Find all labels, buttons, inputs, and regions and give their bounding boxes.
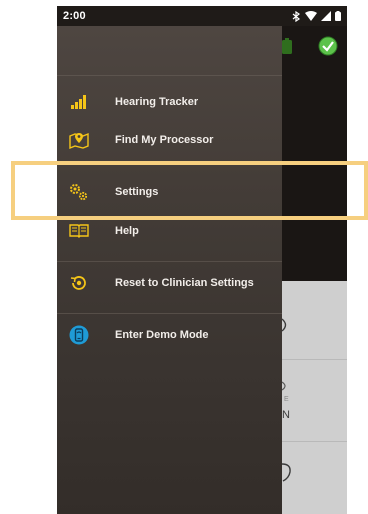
signal-bars-icon [69,92,89,112]
phone-screen: 2:00 E N Hearing Tracker Find My Process… [57,6,347,514]
navigation-drawer: Hearing Tracker Find My Processor Settin… [57,26,282,514]
menu-item-find-my-processor[interactable]: Find My Processor [57,121,282,159]
connected-check-icon [318,36,338,61]
bluetooth-icon [292,10,301,22]
signal-icon [321,11,331,21]
menu-divider [57,313,282,314]
background-content: E N [281,281,347,514]
menu-item-label: Hearing Tracker [115,96,199,108]
menu-item-hearing-tracker[interactable]: Hearing Tracker [57,83,282,121]
menu-item-label: Reset to Clinician Settings [115,277,254,289]
demo-icon [69,325,89,345]
menu-divider [57,261,282,262]
processor-battery-icon [282,38,292,59]
menu-item-label: Settings [115,186,159,198]
background-app: E N [281,26,347,514]
battery-icon [335,11,341,21]
background-partial-icon [281,461,292,486]
reset-icon [69,273,89,293]
background-partial-text: N [282,409,290,421]
menu-item-label: Enter Demo Mode [115,329,209,341]
map-pin-icon [69,130,89,150]
background-partial-icon [281,317,290,336]
status-time: 2:00 [63,10,86,22]
menu-item-label: Find My Processor [115,134,214,146]
menu-item-label: Help [115,225,139,237]
menu-item-settings[interactable]: Settings [57,173,282,211]
background-divider [282,441,347,442]
menu-item-reset-clinician-settings[interactable]: Reset to Clinician Settings [57,264,282,302]
drawer-header [57,26,282,76]
menu-item-enter-demo-mode[interactable]: Enter Demo Mode [57,316,282,354]
background-partial-text: E [284,396,289,403]
gears-icon [69,182,89,202]
wifi-icon [305,11,317,21]
status-bar: 2:00 [57,6,347,26]
book-icon [69,221,89,241]
background-header [282,26,347,281]
background-divider [282,359,347,360]
status-icons [292,10,341,22]
menu-item-help[interactable]: Help [57,212,282,250]
